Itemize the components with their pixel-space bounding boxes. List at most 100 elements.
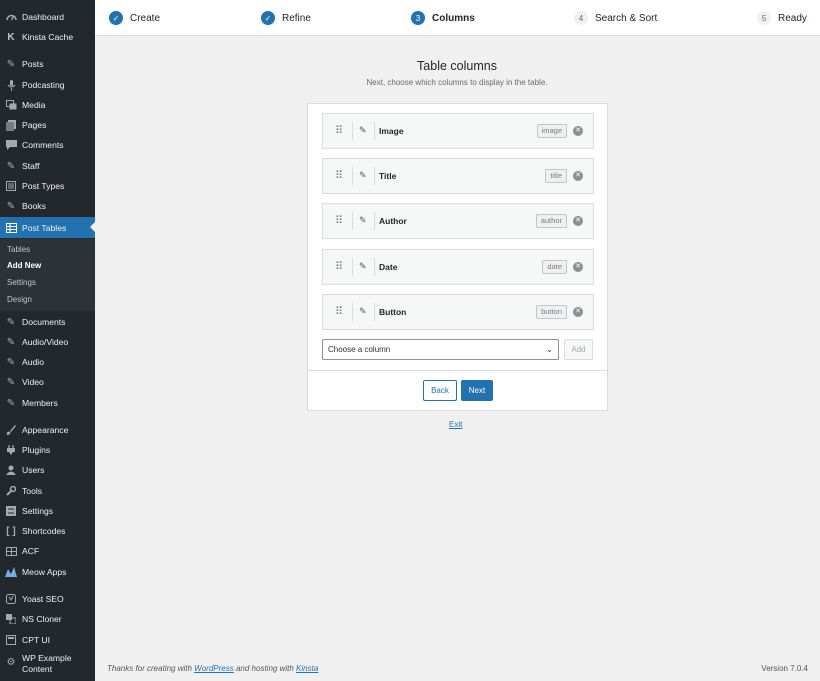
sidebar-item-audio-video[interactable]: ✎ Audio/Video — [0, 332, 95, 352]
remove-icon[interactable]: ✕ — [573, 171, 583, 181]
divider — [308, 370, 607, 371]
sidebar-item-post-tables[interactable]: Post Tables — [0, 217, 95, 238]
chevron-down-icon: ⌄ — [546, 345, 553, 354]
submenu-item-design[interactable]: Design — [7, 295, 32, 304]
pencil-icon[interactable]: ✎ — [359, 170, 369, 182]
sidebar-item-posts[interactable]: ✎ Posts — [0, 54, 95, 74]
step-number: 5 — [757, 11, 771, 25]
remove-icon[interactable]: ✕ — [573, 126, 583, 136]
column-row-date[interactable]: ⠿ ✎ Date date ✕ — [322, 249, 594, 285]
wordpress-link[interactable]: WordPress — [194, 664, 234, 673]
column-row-title[interactable]: ⠿ ✎ Title title ✕ — [322, 158, 594, 194]
pencil-icon[interactable]: ✎ — [359, 306, 369, 318]
wizard-steps-bar: ✓ Create ✓ Refine 3 Columns 4 Search & S… — [95, 0, 820, 36]
back-button[interactable]: Back — [423, 380, 457, 401]
sidebar-item-acf[interactable]: ACF — [0, 541, 95, 561]
add-column-button[interactable]: Add — [564, 339, 593, 360]
remove-icon[interactable]: ✕ — [573, 307, 583, 317]
sidebar-item-tools[interactable]: Tools — [0, 481, 95, 501]
drag-handle-icon[interactable]: ⠿ — [335, 170, 343, 182]
sidebar-item-appearance[interactable]: Appearance — [0, 420, 95, 440]
sidebar-item-label: Yoast SEO — [22, 594, 64, 604]
sidebar-item-settings[interactable]: Settings — [0, 501, 95, 521]
column-row-image[interactable]: ⠿ ✎ Image image ✕ — [322, 113, 594, 149]
sidebar-item-post-types[interactable]: Post Types — [0, 176, 95, 196]
step-label: Create — [130, 12, 161, 24]
submenu-item-tables[interactable]: Tables — [7, 245, 30, 254]
sidebar-item-label: Audio/Video — [22, 337, 69, 347]
choose-column-select[interactable]: Choose a column ⌄ — [322, 339, 559, 360]
pencil-icon[interactable]: ✎ — [359, 261, 369, 273]
sidebar-item-label: Settings — [22, 506, 54, 516]
step-ready[interactable]: 5 Ready — [757, 0, 807, 36]
settings-icon — [5, 505, 17, 517]
step-number: 4 — [574, 11, 588, 25]
sidebar-item-label: NS Cloner — [22, 614, 62, 624]
column-row-button[interactable]: ⠿ ✎ Button button ✕ — [322, 294, 594, 330]
drag-handle-icon[interactable]: ⠿ — [335, 125, 343, 137]
step-create[interactable]: ✓ Create — [109, 0, 160, 36]
version-text: Version 7.0.4 — [761, 664, 808, 673]
sidebar-item-members[interactable]: ✎ Members — [0, 393, 95, 413]
sidebar-item-meow-apps[interactable]: Meow Apps — [0, 562, 95, 582]
sidebar-item-cpt-ui[interactable]: CPT UI — [0, 630, 95, 650]
drag-handle-icon[interactable]: ⠿ — [335, 306, 343, 318]
sidebar-item-books[interactable]: ✎ Books — [0, 196, 95, 216]
sidebar-item-label: Media — [22, 100, 46, 110]
step-search-sort[interactable]: 4 Search & Sort — [574, 0, 657, 36]
sidebar-item-podcasting[interactable]: Podcasting — [0, 75, 95, 95]
submenu-item-add-new[interactable]: Add New — [7, 261, 41, 270]
divider — [352, 212, 353, 230]
pin-icon: ✎ — [6, 316, 16, 328]
sidebar-item-kinsta-cache[interactable]: K Kinsta Cache — [0, 27, 95, 47]
divider — [374, 122, 375, 140]
pencil-icon[interactable]: ✎ — [359, 125, 369, 137]
sidebar-item-label: Kinsta Cache — [22, 32, 74, 42]
acf-icon — [5, 545, 17, 557]
remove-icon[interactable]: ✕ — [573, 216, 583, 226]
step-refine[interactable]: ✓ Refine — [261, 0, 311, 36]
select-value: Choose a column — [328, 345, 391, 354]
sidebar-item-dashboard[interactable]: Dashboard — [0, 7, 95, 27]
sidebar-item-pages[interactable]: Pages — [0, 115, 95, 135]
kinsta-link[interactable]: Kinsta — [296, 664, 318, 673]
brush-icon — [5, 424, 17, 436]
column-row-author[interactable]: ⠿ ✎ Author author ✕ — [322, 203, 594, 239]
next-button[interactable]: Next — [461, 380, 493, 401]
pencil-icon[interactable]: ✎ — [359, 215, 369, 227]
divider — [374, 212, 375, 230]
drag-handle-icon[interactable]: ⠿ — [335, 261, 343, 273]
dashboard-icon — [5, 11, 17, 23]
sidebar-item-ns-cloner[interactable]: NS Cloner — [0, 609, 95, 629]
sidebar-item-label: Dashboard — [22, 12, 65, 22]
step-columns[interactable]: 3 Columns — [411, 0, 475, 36]
sidebar-item-video[interactable]: ✎ Video — [0, 372, 95, 392]
sidebar-item-plugins[interactable]: Plugins — [0, 440, 95, 460]
checkmark-icon: ✓ — [109, 11, 123, 25]
sidebar-item-yoast-seo[interactable]: Yoast SEO — [0, 589, 95, 609]
cloner-icon — [5, 613, 17, 625]
column-tag: author — [535, 214, 567, 228]
column-name: Image — [379, 126, 404, 136]
sidebar-item-media[interactable]: Media — [0, 95, 95, 115]
sidebar-item-audio[interactable]: ✎ Audio — [0, 352, 95, 372]
sidebar-item-wp-example-content[interactable]: ⚙ WP Example Content — [0, 653, 95, 679]
sidebar-item-label: Books — [22, 201, 46, 211]
pin-icon: ✎ — [6, 58, 16, 70]
sidebar-item-documents[interactable]: ✎ Documents — [0, 312, 95, 332]
sidebar-item-users[interactable]: Users — [0, 460, 95, 480]
remove-icon[interactable]: ✕ — [573, 262, 583, 272]
sidebar-item-label: ACF — [22, 546, 40, 556]
sidebar-item-comments[interactable]: Comments — [0, 135, 95, 155]
sidebar-item-staff[interactable]: ✎ Staff — [0, 156, 95, 176]
exit-link[interactable]: Exit — [449, 420, 462, 429]
yoast-icon — [5, 593, 17, 605]
column-name: Author — [379, 216, 407, 226]
sidebar-item-shortcodes[interactable]: [ ] Shortcodes — [0, 521, 95, 541]
wrench-icon — [5, 485, 17, 497]
divider — [374, 303, 375, 321]
submenu-item-settings[interactable]: Settings — [7, 278, 36, 287]
sidebar-item-label: Video — [22, 377, 44, 387]
sidebar-item-label: Appearance — [22, 425, 69, 435]
drag-handle-icon[interactable]: ⠿ — [335, 215, 343, 227]
